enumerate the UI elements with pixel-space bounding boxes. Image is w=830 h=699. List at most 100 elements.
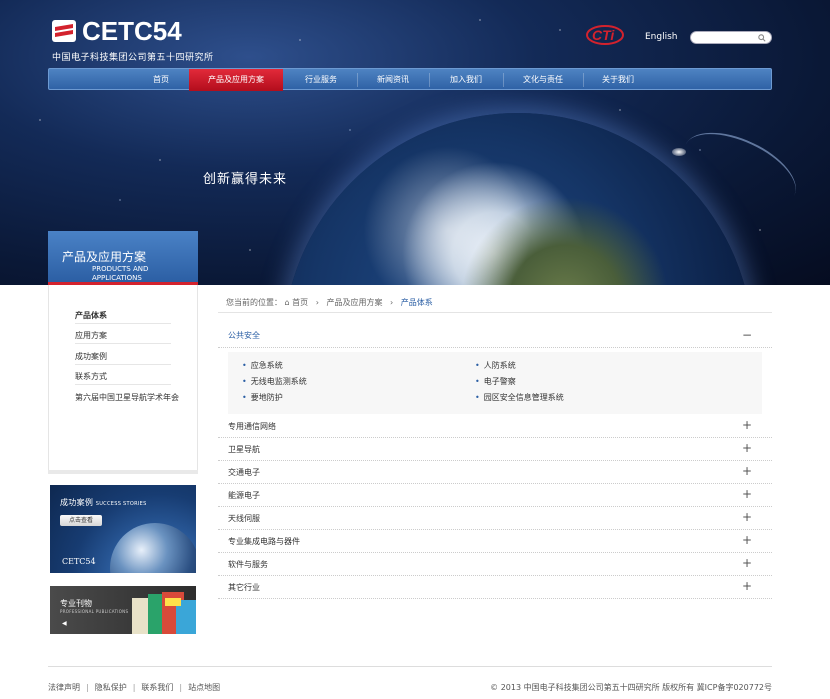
nav-item-products[interactable]: 产品及应用方案 xyxy=(189,69,283,91)
cetc-logo-icon xyxy=(52,20,76,42)
banner-success-title-cn: 成功案例 xyxy=(60,498,94,507)
logo-text: CETC54 xyxy=(82,16,182,46)
accordion-row[interactable]: 天线伺服 + xyxy=(218,507,772,530)
accordion-title: 软件与服务 xyxy=(228,560,268,569)
product-link[interactable]: 无线电监测系统 xyxy=(242,376,307,387)
sidebar-item-contact[interactable]: 联系方式 xyxy=(75,371,107,382)
accordion-row[interactable]: 交通电子 + xyxy=(218,461,772,484)
accordion-public-safety[interactable]: 公共安全 − xyxy=(218,324,772,348)
sidebar-bottom-bar xyxy=(48,470,198,474)
sidebar-item-conference[interactable]: 第六届中国卫星导航学术年会 xyxy=(75,392,179,403)
category-title-cn: 产品及应用方案 xyxy=(62,250,147,264)
product-link[interactable]: 电子警察 xyxy=(475,376,516,387)
sidebar-divider xyxy=(75,364,171,365)
hero-slogan: 创新赢得未来 xyxy=(203,172,288,187)
accordion-title: 能源电子 xyxy=(228,491,260,500)
category-title-en-line2: APPLICATIONS xyxy=(92,274,142,282)
banner-success-title: 成功案例 SUCCESS STORIES xyxy=(60,497,147,508)
search-icon[interactable] xyxy=(758,34,766,42)
expand-icon[interactable]: + xyxy=(742,487,752,501)
copyright-text: © 2013 中国电子科技集团公司第五十四研究所 版权所有 冀ICP备字0207… xyxy=(490,683,772,692)
breadcrumb-separator: › xyxy=(315,298,319,307)
footer-link-legal[interactable]: 法律声明 xyxy=(48,683,80,692)
nav-separator xyxy=(583,73,584,87)
footer-divider xyxy=(48,666,772,667)
collapse-icon[interactable]: − xyxy=(742,328,752,342)
breadcrumb-home[interactable]: 首页 xyxy=(292,298,308,307)
accordion-row[interactable]: 专用通信网络 + xyxy=(218,415,772,438)
footer-separator: | xyxy=(179,683,183,692)
main-nav: 首页 产品及应用方案 行业服务 新闻资讯 加入我们 文化与责任 关于我们 xyxy=(48,68,772,91)
category-header: 产品及应用方案 PRODUCTS AND APPLICATIONS xyxy=(48,231,198,285)
nav-separator xyxy=(429,73,430,87)
nav-item-culture[interactable]: 文化与责任 xyxy=(505,69,581,91)
nav-item-about[interactable]: 关于我们 xyxy=(585,69,651,91)
search-input[interactable] xyxy=(690,31,772,44)
accordion-title: 天线伺服 xyxy=(228,514,260,523)
home-icon: ⌂ xyxy=(284,298,290,307)
footer-link-sitemap[interactable]: 站点地图 xyxy=(188,683,220,692)
sidebar-divider xyxy=(75,343,171,344)
expand-icon[interactable]: + xyxy=(742,418,752,432)
books-image xyxy=(132,592,196,634)
product-link[interactable]: 要地防护 xyxy=(242,392,283,403)
banner-brand: CETC54 xyxy=(62,557,96,566)
accordion-title: 其它行业 xyxy=(228,583,260,592)
banner-success-title-en: SUCCESS STORIES xyxy=(95,501,147,507)
category-title-en-line1: PRODUCTS AND xyxy=(92,265,149,273)
accordion-title: 专用通信网络 xyxy=(228,422,276,431)
banner-arrow-icon[interactable]: ◀ xyxy=(62,620,67,627)
product-link[interactable]: 应急系统 xyxy=(242,360,283,371)
breadcrumb-products[interactable]: 产品及应用方案 xyxy=(326,298,382,307)
sidebar-item-solutions[interactable]: 应用方案 xyxy=(75,330,107,341)
accordion-title: 卫星导航 xyxy=(228,445,260,454)
expand-icon[interactable]: + xyxy=(742,533,752,547)
accordion-title: 公共安全 xyxy=(228,331,260,340)
accordion-title: 专业集成电路与器件 xyxy=(228,537,300,546)
success-stories-banner[interactable]: 成功案例 SUCCESS STORIES 点击查看 CETC54 xyxy=(50,485,196,573)
expand-icon[interactable]: + xyxy=(742,556,752,570)
nav-separator xyxy=(357,73,358,87)
accordion-panel: 应急系统 无线电监测系统 要地防护 人防系统 电子警察 园区安全信息管理系统 xyxy=(228,352,762,414)
accordion-row[interactable]: 能源电子 + xyxy=(218,484,772,507)
accordion-row[interactable]: 其它行业 + xyxy=(218,576,772,599)
cti-logo-text: CTi xyxy=(592,27,615,43)
expand-icon[interactable]: + xyxy=(742,441,752,455)
breadcrumb-current: 产品体系 xyxy=(400,298,433,307)
accordion-row[interactable]: 卫星导航 + xyxy=(218,438,772,461)
nav-separator xyxy=(503,73,504,87)
footer-separator: | xyxy=(132,683,136,692)
nav-item-services[interactable]: 行业服务 xyxy=(287,69,355,91)
cti-logo-icon: CTi xyxy=(586,25,624,45)
banner-journal-subtitle: PROFESSIONAL PUBLICATIONS xyxy=(60,609,129,614)
sidebar-divider xyxy=(75,384,171,385)
footer-links: 法律声明 | 隐私保护 | 联系我们 | 站点地图 xyxy=(48,682,220,693)
breadcrumb-divider xyxy=(218,312,772,313)
sidebar-item-cases[interactable]: 成功案例 xyxy=(75,351,107,362)
sidebar-item-product-system[interactable]: 产品体系 xyxy=(75,310,107,321)
sidebar-menu: 产品体系 应用方案 成功案例 联系方式 第六届中国卫星导航学术年会 xyxy=(48,285,198,471)
logo-subtitle: 中国电子科技集团公司第五十四研究所 xyxy=(52,53,214,63)
product-link[interactable]: 人防系统 xyxy=(475,360,516,371)
accordion-title: 交通电子 xyxy=(228,468,260,477)
sidebar-divider xyxy=(75,323,171,324)
accordion-row[interactable]: 软件与服务 + xyxy=(218,553,772,576)
nav-item-news[interactable]: 新闻资讯 xyxy=(359,69,427,91)
product-link[interactable]: 园区安全信息管理系统 xyxy=(475,392,564,403)
nav-item-join[interactable]: 加入我们 xyxy=(431,69,501,91)
banner-earth-image xyxy=(110,523,196,573)
footer-separator: | xyxy=(86,683,89,692)
language-link[interactable]: English xyxy=(645,32,678,42)
expand-icon[interactable]: + xyxy=(742,464,752,478)
expand-icon[interactable]: + xyxy=(742,579,752,593)
comet-head xyxy=(672,148,686,156)
view-cases-button[interactable]: 点击查看 xyxy=(60,515,102,526)
breadcrumb-separator: › xyxy=(390,298,394,307)
accordion-row[interactable]: 专业集成电路与器件 + xyxy=(218,530,772,553)
category-title-en: PRODUCTS AND APPLICATIONS xyxy=(92,265,148,283)
publications-banner[interactable]: 专业刊物 PROFESSIONAL PUBLICATIONS ◀ xyxy=(50,586,196,634)
footer-link-privacy[interactable]: 隐私保护 xyxy=(95,683,127,692)
expand-icon[interactable]: + xyxy=(742,510,752,524)
nav-item-home[interactable]: 首页 xyxy=(137,69,185,91)
footer-link-contact[interactable]: 联系我们 xyxy=(141,683,173,692)
